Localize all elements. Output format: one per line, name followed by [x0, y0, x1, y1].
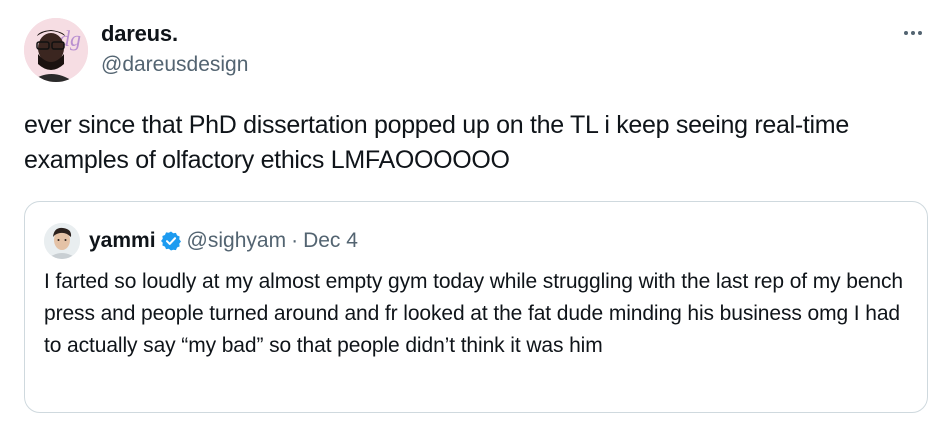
separator-dot: · [291, 229, 299, 252]
author-name[interactable]: dareus. [101, 21, 178, 47]
quoted-author-avatar[interactable] [44, 223, 80, 259]
author-avatar[interactable]: dg [24, 18, 88, 82]
quoted-text: I farted so loudly at my almost empty gy… [44, 270, 903, 357]
verified-badge-icon [160, 230, 182, 252]
more-dot [904, 31, 908, 35]
tweet-text: ever since that PhD dissertation popped … [24, 111, 849, 174]
more-dot [911, 31, 915, 35]
quoted-date[interactable]: Dec 4 [303, 229, 358, 253]
author-avatar-image: dg [24, 18, 88, 82]
author-handle[interactable]: @dareusdesign [101, 53, 248, 77]
quoted-tweet[interactable]: yammi @sighyam · Dec 4 I farted so loudl… [24, 201, 928, 413]
more-dot [918, 31, 922, 35]
quoted-author-name[interactable]: yammi [89, 229, 156, 253]
more-horizontal-icon[interactable] [898, 18, 928, 48]
quoted-author-handle[interactable]: @sighyam [187, 229, 287, 253]
tweet: dg dareus. @dareusdesign ever since that… [0, 0, 944, 434]
quoted-author-avatar-image [44, 223, 80, 259]
quoted-header: yammi @sighyam · Dec 4 [89, 229, 358, 253]
